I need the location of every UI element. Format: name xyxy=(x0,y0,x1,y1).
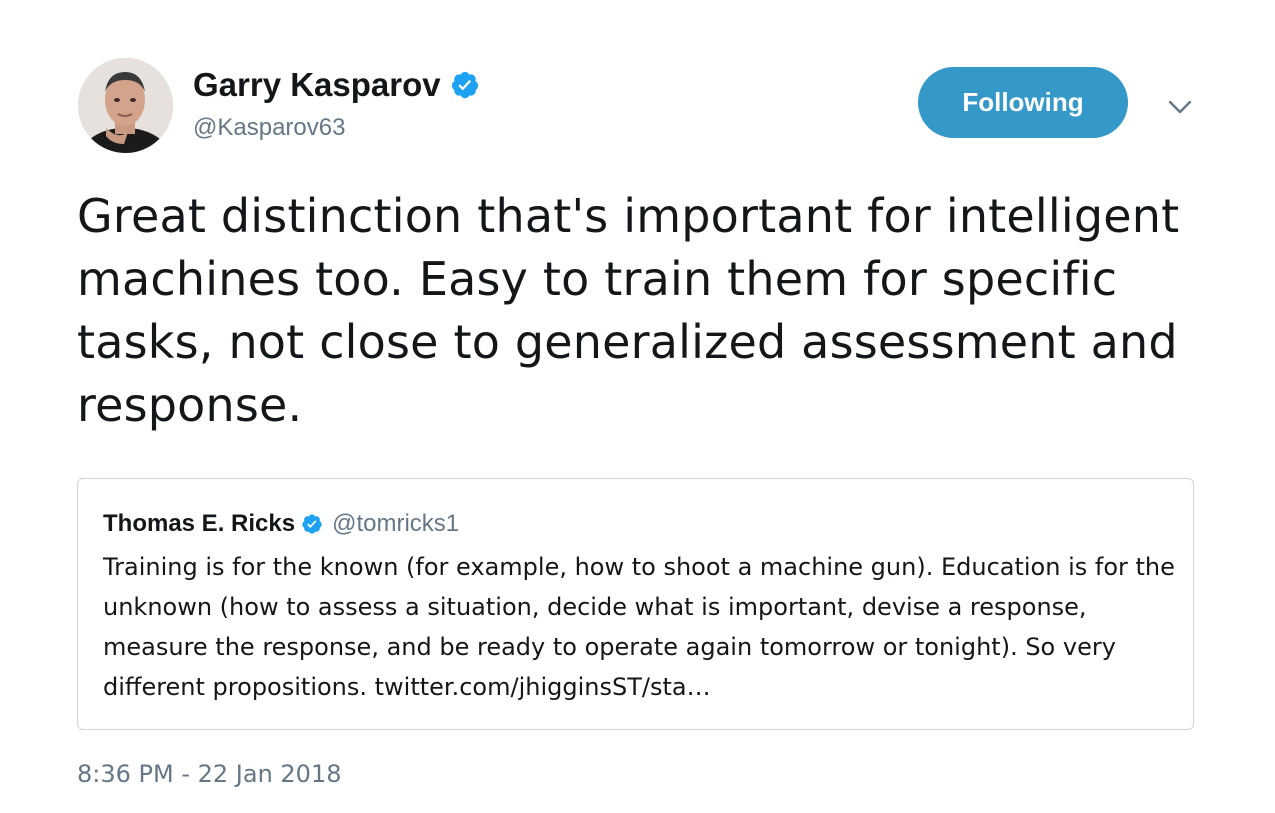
quoted-author-name: Thomas E. Ricks xyxy=(103,510,296,537)
quoted-tweet-link[interactable]: twitter.com/jhigginsST/sta… xyxy=(375,673,711,701)
quoted-author-handle: @tomricks1 xyxy=(332,510,460,537)
tweet-timestamp[interactable]: 8:36 PM - 22 Jan 2018 xyxy=(77,760,342,788)
quoted-tweet-text: Training is for the known (for example, … xyxy=(103,547,1178,707)
verified-badge-icon xyxy=(450,70,480,100)
profile-photo-icon xyxy=(78,58,173,153)
quoted-verified-badge-icon xyxy=(301,513,323,535)
tweet-text: Great distinction that's important for i… xyxy=(77,189,1180,432)
quoted-tweet-header: Thomas E. Ricks @tomricks1 xyxy=(103,510,459,538)
author-display-name[interactable]: Garry Kasparov xyxy=(193,66,441,104)
author-handle[interactable]: @Kasparov63 xyxy=(193,114,345,142)
tweet-card: Garry Kasparov @Kasparov63 Following Gre… xyxy=(0,0,1275,813)
chevron-down-icon[interactable] xyxy=(1166,93,1194,121)
author-avatar[interactable] xyxy=(78,58,173,153)
quoted-tweet[interactable]: Thomas E. Ricks @tomricks1 Training is f… xyxy=(77,478,1194,730)
following-button[interactable]: Following xyxy=(918,67,1128,138)
author-name-row: Garry Kasparov xyxy=(193,66,480,104)
